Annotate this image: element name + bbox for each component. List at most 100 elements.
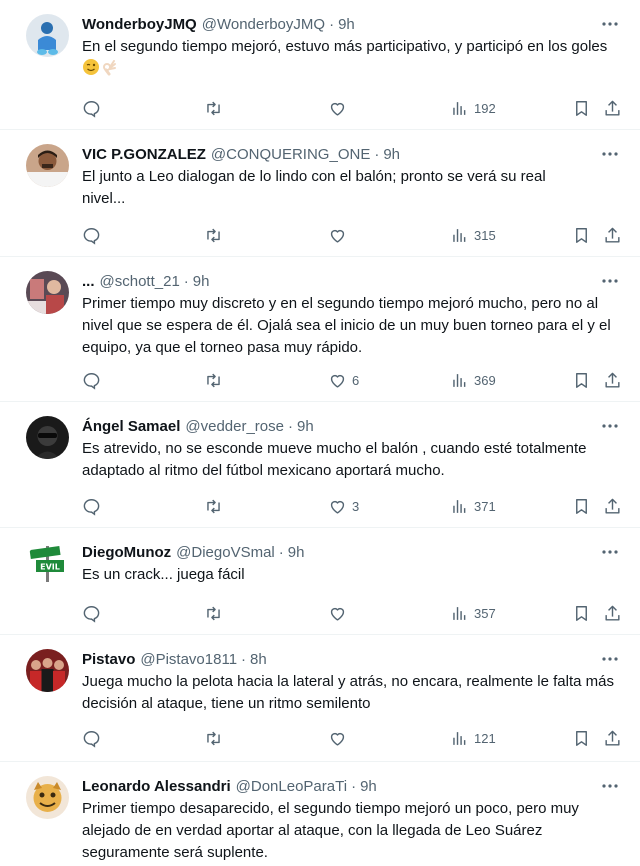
reply-button[interactable] <box>82 602 106 624</box>
avatar[interactable] <box>26 649 69 692</box>
share-icon <box>605 498 620 514</box>
more-icon[interactable] <box>598 14 622 34</box>
user-handle[interactable]: @CONQUERING_ONE <box>211 144 370 166</box>
user-handle[interactable]: @vedder_rose <box>185 416 284 438</box>
timestamp[interactable]: 8h <box>250 649 267 671</box>
reply-icon <box>83 605 100 623</box>
like-button[interactable] <box>328 727 352 749</box>
views-icon <box>453 373 466 387</box>
timestamp[interactable]: 9h <box>288 542 305 564</box>
tweet[interactable]: Ángel Samael @vedder_rose · 9h Es atrevi… <box>0 402 640 528</box>
share-button[interactable] <box>603 97 622 119</box>
timestamp[interactable]: 9h <box>383 144 400 166</box>
share-button[interactable] <box>603 369 622 391</box>
views-button[interactable]: 315 <box>450 224 496 246</box>
bookmark-button[interactable] <box>572 602 591 624</box>
more-icon[interactable] <box>598 144 622 164</box>
views-button[interactable]: 121 <box>450 727 496 749</box>
like-button[interactable] <box>328 224 352 246</box>
share-icon <box>605 605 620 621</box>
user-handle[interactable]: @WonderboyJMQ <box>202 14 325 36</box>
avatar[interactable]: EVIL <box>26 542 69 585</box>
avatar[interactable] <box>26 14 69 57</box>
share-icon <box>605 730 620 746</box>
heart-icon <box>330 500 345 514</box>
more-icon[interactable] <box>598 776 622 796</box>
retweet-button[interactable] <box>204 369 228 391</box>
timestamp[interactable]: 9h <box>338 14 355 36</box>
reply-button[interactable] <box>82 224 106 246</box>
user-handle[interactable]: @Pistavo1811 <box>140 649 237 671</box>
share-button[interactable] <box>603 727 622 749</box>
tweet[interactable]: Leonardo Alessandri @DonLeoParaTi · 9h P… <box>0 762 640 866</box>
bookmark-button[interactable] <box>572 495 591 517</box>
like-button[interactable]: 3 <box>328 495 359 517</box>
retweet-button[interactable] <box>204 97 228 119</box>
bookmark-button[interactable] <box>572 224 591 246</box>
user-handle[interactable]: @schott_21 <box>100 271 180 293</box>
heart-icon <box>330 229 345 243</box>
share-icon <box>605 227 620 243</box>
more-icon[interactable] <box>598 542 622 562</box>
avatar-image <box>26 649 69 692</box>
avatar[interactable] <box>26 271 69 314</box>
tweet-actions: 192 <box>82 97 626 119</box>
share-button[interactable] <box>603 495 622 517</box>
retweet-button[interactable] <box>204 224 228 246</box>
bookmark-button[interactable] <box>572 727 591 749</box>
display-name[interactable]: Pistavo <box>82 649 135 671</box>
reply-button[interactable] <box>82 97 106 119</box>
reply-button[interactable] <box>82 495 106 517</box>
avatar[interactable] <box>26 144 69 187</box>
avatar-image: EVIL <box>26 542 69 585</box>
share-button[interactable] <box>603 602 622 624</box>
share-button[interactable] <box>603 224 622 246</box>
retweet-button[interactable] <box>204 495 228 517</box>
display-name[interactable]: WonderboyJMQ <box>82 14 197 36</box>
reply-button[interactable] <box>82 727 106 749</box>
timestamp[interactable]: 9h <box>297 416 314 438</box>
tweet[interactable]: ... @schott_21 · 9h Primer tiempo muy di… <box>0 257 640 402</box>
tweet[interactable]: WonderboyJMQ @WonderboyJMQ · 9h En el se… <box>0 0 640 130</box>
bookmark-button[interactable] <box>572 369 591 391</box>
views-button[interactable]: 371 <box>450 495 496 517</box>
more-icon[interactable] <box>598 649 622 669</box>
views-button[interactable]: 192 <box>450 97 496 119</box>
retweet-button[interactable] <box>204 602 228 624</box>
tweet-text-body: En el segundo tiempo mejoró, estuvo más … <box>82 38 608 55</box>
bookmark-icon <box>576 372 587 388</box>
display-name[interactable]: Ángel Samael <box>82 416 180 438</box>
more-icon[interactable] <box>598 416 622 436</box>
like-count: 3 <box>352 498 360 514</box>
timestamp[interactable]: 9h <box>193 271 210 293</box>
user-handle[interactable]: @DiegoVSmal <box>176 542 275 564</box>
bookmark-icon <box>576 730 587 746</box>
retweet-button[interactable] <box>204 727 228 749</box>
views-button[interactable]: 357 <box>450 602 496 624</box>
more-icon[interactable] <box>598 271 622 291</box>
reply-button[interactable] <box>82 369 106 391</box>
views-button[interactable]: 369 <box>450 369 496 391</box>
tweet[interactable]: Pistavo @Pistavo1811 · 8h Juega mucho la… <box>0 635 640 762</box>
tweet[interactable]: EVIL DiegoMunoz @DiegoVSmal · 9h Es un c… <box>0 528 640 635</box>
display-name[interactable]: Leonardo Alessandri <box>82 776 231 798</box>
separator-dot: · <box>241 651 247 668</box>
separator-dot: · <box>278 544 284 561</box>
like-button[interactable]: 6 <box>328 369 359 391</box>
retweet-icon <box>207 606 220 620</box>
like-count: 6 <box>352 372 360 388</box>
avatar[interactable] <box>26 776 69 819</box>
display-name[interactable]: ... <box>82 271 95 293</box>
tweet[interactable]: VIC P.GONZALEZ @CONQUERING_ONE · 9h El j… <box>0 130 640 257</box>
bookmark-button[interactable] <box>572 97 591 119</box>
like-button[interactable] <box>328 602 352 624</box>
views-icon <box>453 228 466 242</box>
user-handle[interactable]: @DonLeoParaTi <box>236 776 347 798</box>
avatar[interactable] <box>26 416 69 459</box>
timestamp[interactable]: 9h <box>360 776 377 798</box>
views-icon <box>453 499 466 513</box>
share-icon <box>605 100 620 116</box>
like-button[interactable] <box>328 97 352 119</box>
display-name[interactable]: DiegoMunoz <box>82 542 171 564</box>
display-name[interactable]: VIC P.GONZALEZ <box>82 144 206 166</box>
